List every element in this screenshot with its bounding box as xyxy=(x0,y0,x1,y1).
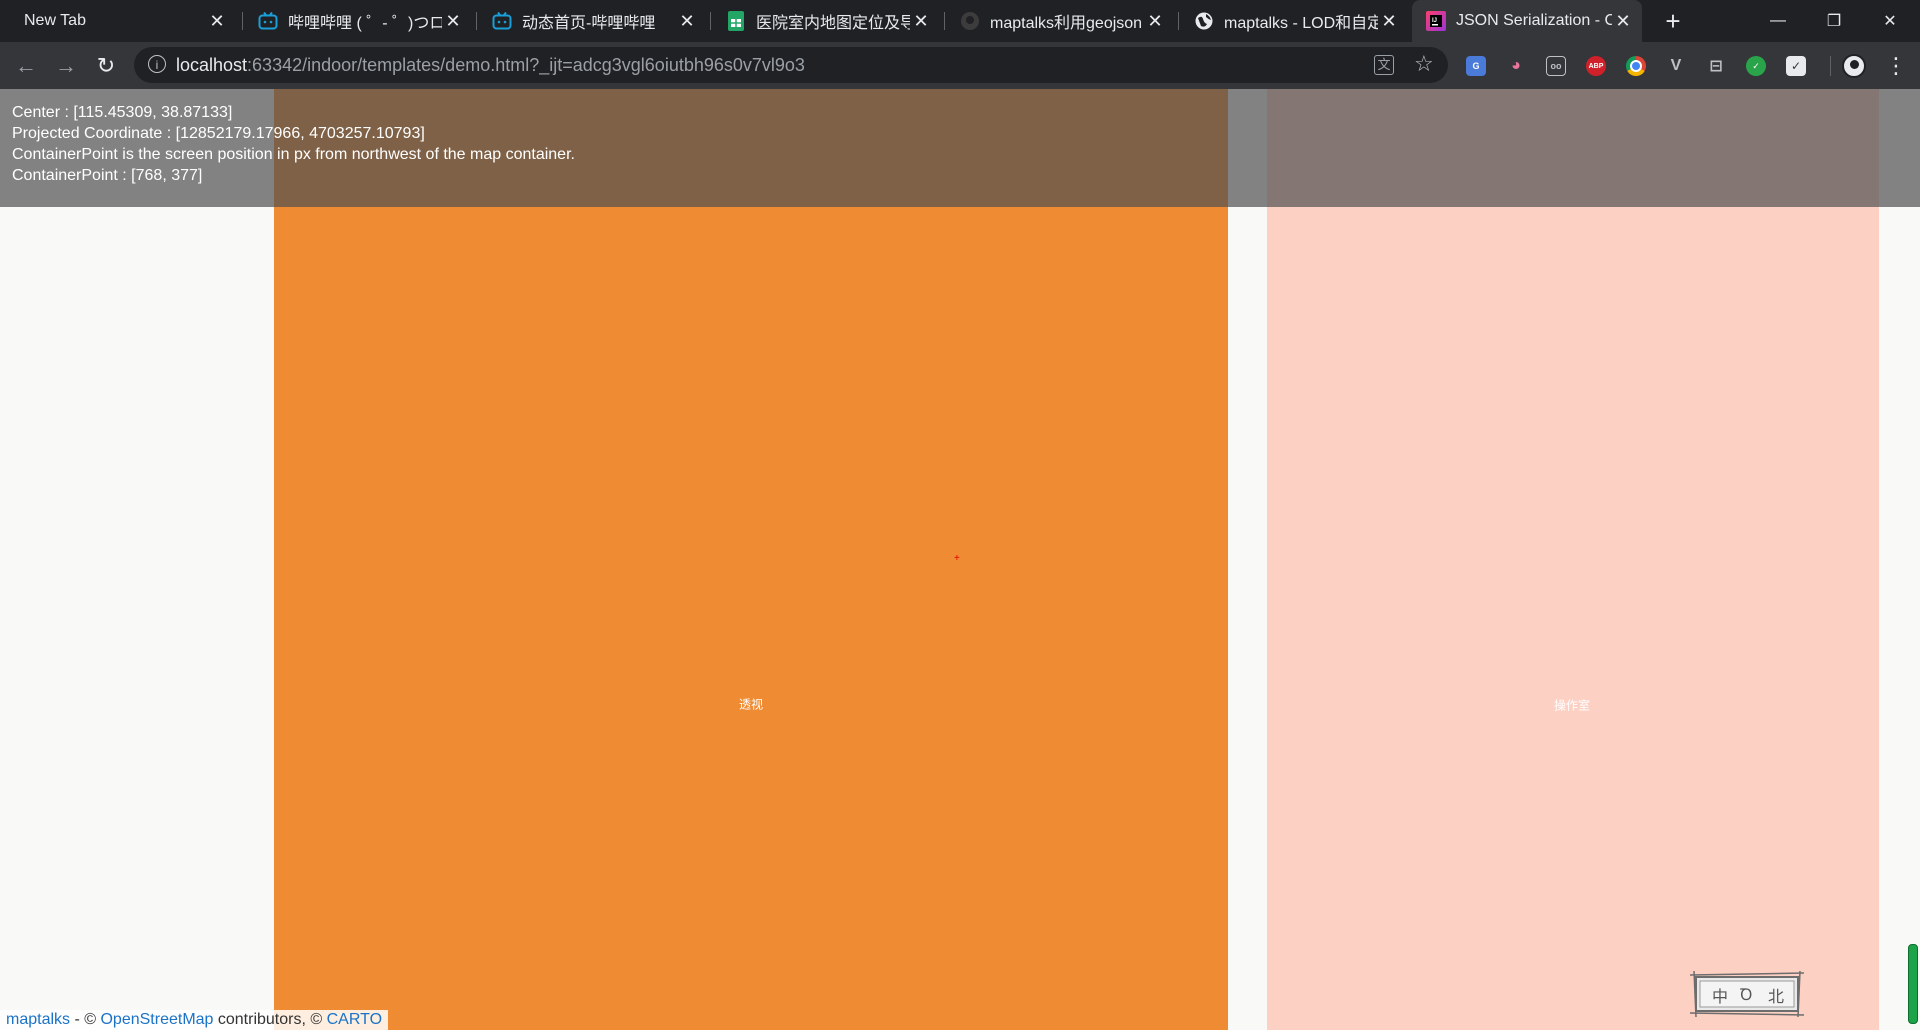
tab-title: 动态首页-哔哩哔哩 xyxy=(522,15,656,32)
tab-close-icon[interactable]: ✕ xyxy=(910,11,932,32)
tab-new-tab[interactable]: New Tab ✕ xyxy=(8,0,236,42)
map-container[interactable]: 透视 操作室 + Center : [115.45309, 38.87133] … xyxy=(0,89,1920,1030)
tab-close-icon[interactable]: ✕ xyxy=(1144,11,1166,32)
maptalks-link[interactable]: maptalks xyxy=(6,1011,70,1028)
restore-button[interactable]: ❐ xyxy=(1806,0,1862,42)
room-label-operation: 操作室 xyxy=(1553,698,1591,713)
github-icon xyxy=(960,11,980,31)
tab-close-icon[interactable]: ✕ xyxy=(206,11,228,32)
bilibili-icon xyxy=(258,11,278,31)
sheets-icon xyxy=(726,11,746,31)
tab-separator xyxy=(944,12,945,30)
tab-bilibili-2[interactable]: 动态首页-哔哩哔哩 ✕ xyxy=(478,0,706,42)
tab-title: New Tab xyxy=(24,12,86,29)
browser-menu-icon[interactable]: ⋮ xyxy=(1880,50,1912,82)
tab-close-icon[interactable]: ✕ xyxy=(442,11,464,32)
address-bar[interactable]: i localhost:63342/indoor/templates/demo.… xyxy=(134,47,1448,83)
coordinate-info-panel: Center : [115.45309, 38.87133] Projected… xyxy=(0,89,1920,207)
tab-title: JSON Serialization - C xyxy=(1456,12,1612,29)
browser-toolbar: ← → ↻ i localhost:63342/indoor/templates… xyxy=(0,42,1920,89)
center-readout: Center : [115.45309, 38.87133] xyxy=(12,104,233,121)
tab-bilibili-1[interactable]: 哔哩哔哩 ( ゜- ゜)つロ 干 ✕ xyxy=(244,0,472,42)
openstreetmap-link[interactable]: OpenStreetMap xyxy=(100,1011,213,1028)
tab-close-icon[interactable]: ✕ xyxy=(676,11,698,32)
bookmark-star-icon[interactable]: ☆ xyxy=(1414,51,1434,77)
url-path: :63342/indoor/templates/demo.html?_ijt=a… xyxy=(247,55,805,75)
new-tab-button[interactable]: + xyxy=(1656,4,1690,38)
compass-char-center: 中 xyxy=(1712,989,1729,1006)
tab-separator xyxy=(1178,12,1179,30)
room-label-perspective: 透视 xyxy=(738,697,764,712)
tab-hospital-map[interactable]: 医院室内地图定位及导 ✕ xyxy=(712,0,940,42)
jetbrains-icon: IJ xyxy=(1426,11,1446,31)
cat-extension-icon[interactable]: ◕ xyxy=(1506,56,1526,76)
tab-title: 医院室内地图定位及导 xyxy=(756,15,910,32)
map-attribution: maptalks - © OpenStreetMap contributors,… xyxy=(0,1010,389,1030)
carto-link[interactable]: CARTO xyxy=(327,1011,382,1028)
tab-strip: New Tab ✕ 哔哩哔哩 ( ゜- ゜)つロ 干 ✕ 动态首页-哔哩哔哩 ✕… xyxy=(0,0,1920,42)
minimize-button[interactable]: — xyxy=(1750,0,1806,42)
site-info-icon[interactable]: i xyxy=(148,55,166,73)
tab-github[interactable]: maptalks利用geojson ✕ xyxy=(946,0,1174,42)
map-center-marker: + xyxy=(954,553,960,564)
room-perspective[interactable]: 透视 xyxy=(274,89,1228,1030)
bilibili-icon xyxy=(492,11,512,31)
url-text[interactable]: localhost:63342/indoor/templates/demo.ht… xyxy=(176,47,805,83)
tab-title: maptalks - LOD和自定 xyxy=(1224,15,1378,32)
tab-maptalks-lod[interactable]: maptalks - LOD和自定 ✕ xyxy=(1180,0,1408,42)
google-translate-icon[interactable]: G xyxy=(1466,56,1486,76)
profile-avatar[interactable] xyxy=(1842,54,1866,78)
reader-extension-icon[interactable]: oo xyxy=(1546,56,1566,76)
container-point-readout: ContainerPoint : [768, 377] xyxy=(12,167,203,184)
checkbox-extension-icon[interactable]: ✓ xyxy=(1786,56,1806,76)
chrome-extension-center xyxy=(1630,60,1642,72)
tab-separator xyxy=(710,12,711,30)
tab-title: maptalks利用geojson xyxy=(990,15,1143,32)
window-close-button[interactable]: ✕ xyxy=(1862,0,1918,42)
projected-coordinate-readout: Projected Coordinate : [12852179.17966, … xyxy=(12,125,425,142)
compass-char-north: 北 xyxy=(1768,989,1785,1006)
chrome-extension-icon[interactable] xyxy=(1626,56,1646,76)
back-button[interactable]: ← xyxy=(10,50,42,82)
container-point-description: ContainerPoint is the screen position in… xyxy=(12,146,575,163)
globe-icon xyxy=(1194,11,1214,31)
url-host: localhost xyxy=(176,55,248,75)
compass-char-arrow: Ꝺ xyxy=(1740,987,1753,1004)
forward-button[interactable]: → xyxy=(50,50,82,82)
reload-button[interactable]: ↻ xyxy=(90,50,122,82)
wechat-extension-icon[interactable]: ✓ xyxy=(1746,56,1766,76)
screenshot-extension-icon[interactable]: ⊟ xyxy=(1706,56,1726,76)
tab-json-serialization[interactable]: IJ JSON Serialization - C ✕ xyxy=(1412,0,1642,42)
compass-control[interactable]: 中 Ꝺ 北 xyxy=(1688,969,1806,1019)
svg-text:IJ: IJ xyxy=(1432,18,1437,24)
vue-devtools-icon[interactable]: V xyxy=(1666,56,1686,76)
room-operation[interactable]: 操作室 xyxy=(1267,89,1879,1030)
tab-close-icon[interactable]: ✕ xyxy=(1378,11,1400,32)
tab-title: 哔哩哔哩 ( ゜- ゜)つロ 干 xyxy=(288,15,442,32)
toolbar-separator xyxy=(1830,56,1831,76)
translate-icon[interactable]: 文 xyxy=(1374,55,1394,75)
tab-separator xyxy=(476,12,477,30)
scrollbar-thumb[interactable] xyxy=(1908,944,1918,1024)
adblock-plus-icon[interactable]: ABP xyxy=(1586,56,1606,76)
tab-separator xyxy=(242,12,243,30)
attribution-sep: - © xyxy=(70,1011,101,1028)
tab-close-icon[interactable]: ✕ xyxy=(1612,11,1634,32)
attribution-contributors: contributors, © xyxy=(213,1011,327,1028)
